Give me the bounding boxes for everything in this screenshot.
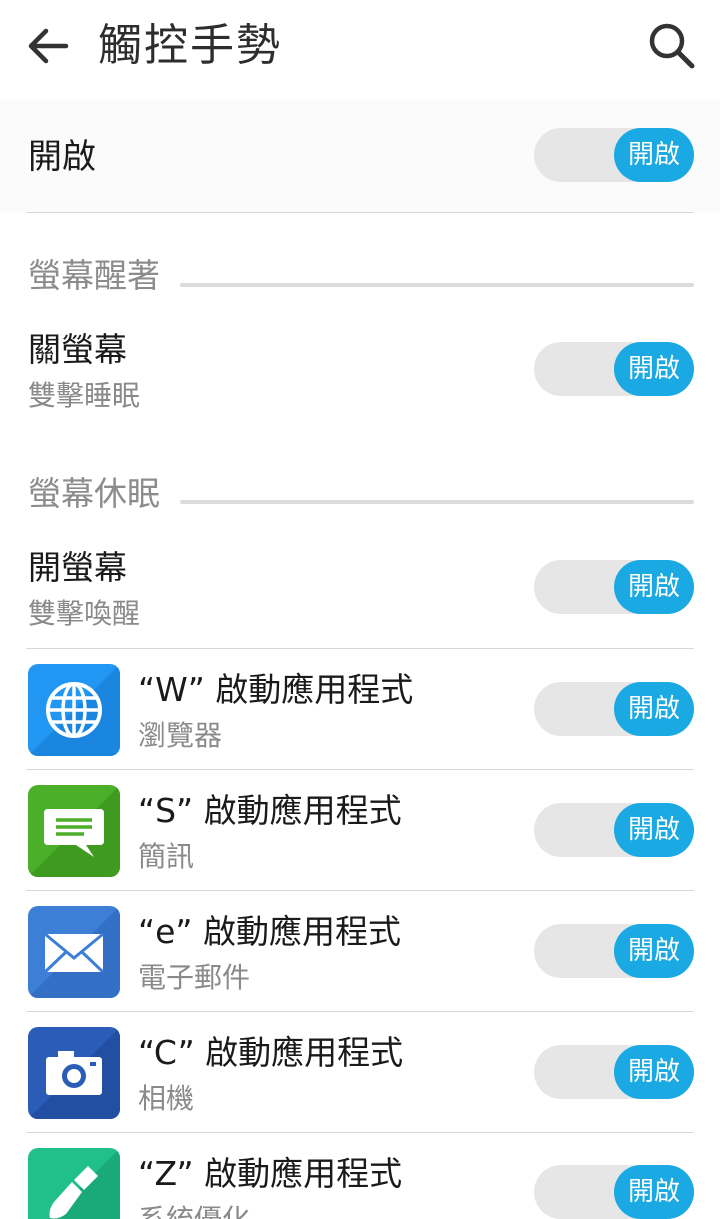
row-subtitle: 電子郵件: [138, 961, 251, 994]
browser-globe-icon: [28, 664, 120, 756]
row-subtitle: 雙擊睡眠: [28, 379, 141, 412]
master-switch-label: 開啟: [28, 137, 96, 177]
row-subtitle: 雙擊喚醒: [28, 597, 141, 630]
section-header-screen-on: 螢幕醒著: [28, 256, 160, 295]
row-title: “S” 啟動應用程式: [138, 791, 402, 830]
search-icon: [649, 23, 695, 69]
row-title: “Z” 啟動應用程式: [138, 1154, 403, 1193]
row-subtitle: 系統優化: [138, 1201, 250, 1219]
back-button[interactable]: [22, 20, 74, 72]
divider: [26, 769, 694, 770]
toggle-thumb-label: 開啟: [614, 803, 694, 857]
toggle-gesture-e[interactable]: 開啟: [534, 924, 694, 978]
divider: [26, 1132, 694, 1133]
section-header-screen-sleep: 螢幕休眠: [28, 474, 160, 513]
row-title: 關螢幕: [28, 330, 127, 369]
toggle-screen-off[interactable]: 開啟: [534, 342, 694, 396]
toggle-gesture-s[interactable]: 開啟: [534, 803, 694, 857]
toggle-thumb-label: 開啟: [614, 1045, 694, 1099]
toggle-gesture-w[interactable]: 開啟: [534, 682, 694, 736]
divider: [26, 890, 694, 891]
master-toggle[interactable]: 開啟: [534, 128, 694, 182]
toggle-gesture-c[interactable]: 開啟: [534, 1045, 694, 1099]
master-switch-row[interactable]: 開啟 開啟: [0, 100, 720, 212]
toggle-thumb-label: 開啟: [614, 682, 694, 736]
row-subtitle: 瀏覽器: [138, 719, 223, 752]
toggle-thumb-label: 開啟: [614, 342, 694, 396]
app-bar: 觸控手勢: [0, 0, 720, 92]
system-optimizer-icon: [28, 1148, 120, 1219]
messages-icon: [28, 785, 120, 877]
row-title: “e” 啟動應用程式: [138, 912, 401, 951]
toggle-gesture-z[interactable]: 開啟: [534, 1165, 694, 1219]
section-header-line: [180, 500, 694, 504]
search-button[interactable]: [644, 18, 700, 74]
row-title: 開螢幕: [28, 548, 127, 587]
camera-icon: [28, 1027, 120, 1119]
toggle-thumb-label: 開啟: [614, 924, 694, 978]
page-title: 觸控手勢: [98, 20, 282, 71]
section-header-line: [180, 283, 694, 287]
email-icon: [28, 906, 120, 998]
arrow-left-icon: [28, 28, 69, 64]
divider: [26, 648, 694, 649]
divider: [26, 212, 694, 213]
row-subtitle: 相機: [138, 1082, 195, 1115]
toggle-thumb-label: 開啟: [614, 128, 694, 182]
row-title: “C” 啟動應用程式: [138, 1033, 404, 1072]
toggle-screen-on[interactable]: 開啟: [534, 560, 694, 614]
toggle-thumb-label: 開啟: [614, 1165, 694, 1219]
divider: [26, 1011, 694, 1012]
row-title: “W” 啟動應用程式: [138, 670, 414, 709]
toggle-thumb-label: 開啟: [614, 560, 694, 614]
row-subtitle: 簡訊: [138, 840, 195, 873]
